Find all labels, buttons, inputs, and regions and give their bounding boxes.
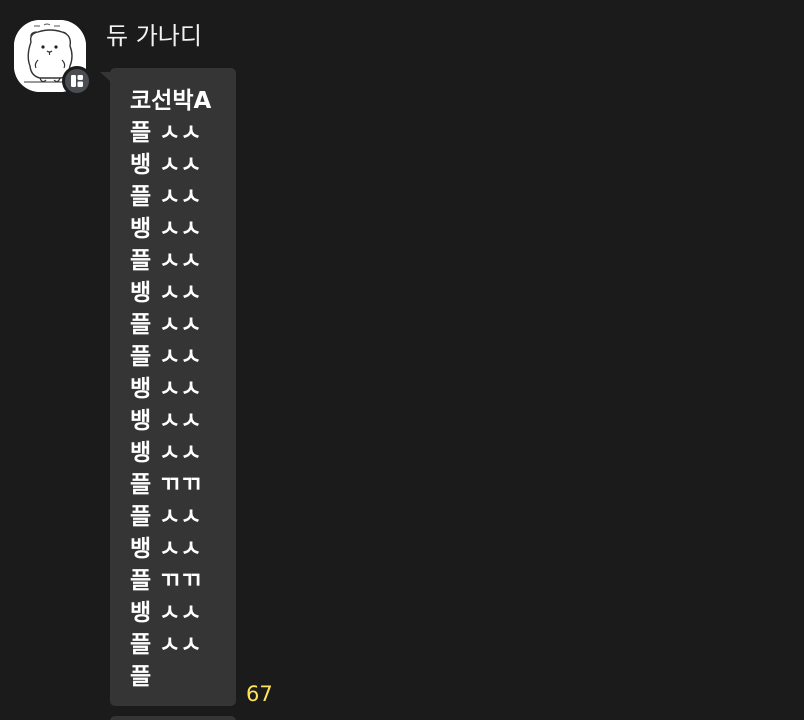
message-line: 뱅 ㅅㅅ [130,440,202,466]
message-line: 뱅 ㅅㅅ [130,280,202,306]
message-line: 코선박A [130,88,212,114]
message-line: 뱅 ㅅㅅ [130,600,202,626]
chat-room: 듀 가나디 코선박A 플 ㅅㅅ 뱅 ㅅㅅ 플 ㅅㅅ 뱅 ㅅㅅ 플 ㅅㅅ 뱅 ㅅㅅ… [0,0,804,720]
sender-avatar-container[interactable] [14,20,92,96]
message-bubble[interactable]: 코선박A 플 ㅅㅅ 뱅 ㅅㅅ 플 ㅅㅅ 뱅 ㅅㅅ 플 ㅅㅅ 뱅 ㅅㅅ 플 ㅅㅅ … [110,68,236,706]
message-line: 플 ㅅㅅ [130,120,202,146]
message-line: 뱅 ㅅㅅ [130,408,202,434]
unread-count: 67 [246,682,273,706]
profile-badge[interactable] [62,66,92,96]
message-line: 플 ㄲㄲ [130,472,202,498]
message-line: 플 ㅅㅅ [130,248,202,274]
message-line: 플 [130,664,152,690]
profile-card-icon [71,75,83,87]
message-line: 뱅 ㅅㅅ [130,376,202,402]
sender-name: 듀 가나디 [106,22,202,50]
message-line: 뱅 ㅅㅅ [130,152,202,178]
message-line: 뱅 ㅅㅅ [130,216,202,242]
message-line: 플 ㅅㅅ [130,312,202,338]
message-line: 플 ㅅㅅ [130,632,202,658]
message-line: 뱅 ㅅㅅ [130,536,202,562]
message-line: 플 ㄲㄲ [130,568,202,594]
message-line: 플 ㅅㅅ [130,344,202,370]
message-line: 플 ㅅㅅ [130,184,202,210]
message-line: 플 ㅅㅅ [130,504,202,530]
next-message-bubble[interactable] [110,716,236,720]
